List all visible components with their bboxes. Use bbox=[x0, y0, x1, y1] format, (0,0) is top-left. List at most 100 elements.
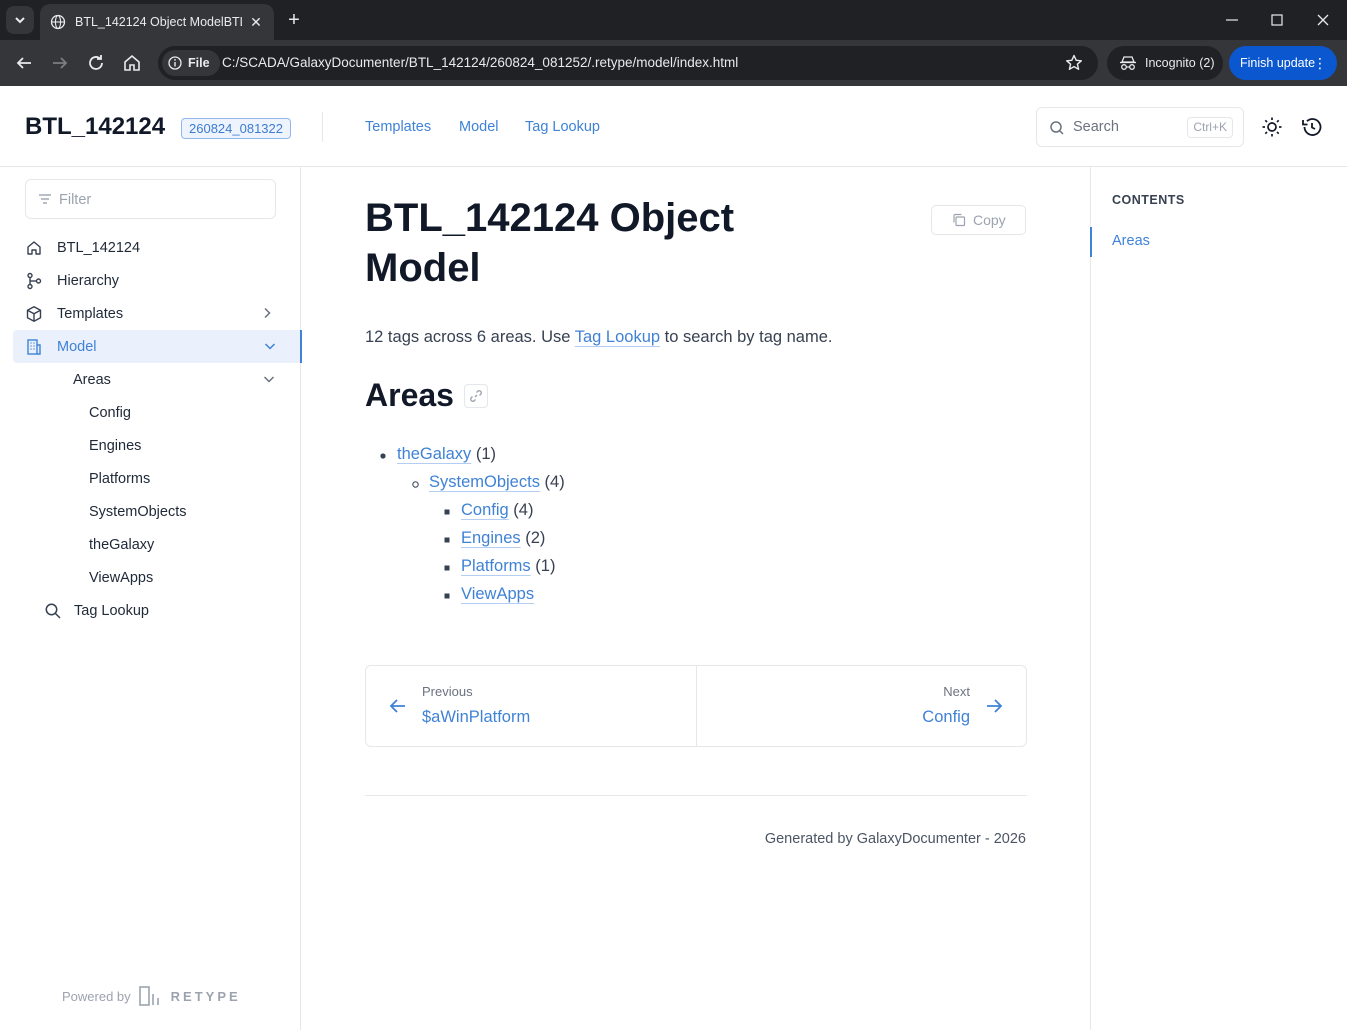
previous-label: Previous bbox=[422, 684, 473, 699]
table-of-contents: CONTENTS Areas bbox=[1090, 167, 1347, 1030]
powered-by-retype[interactable]: Powered by RETYPE bbox=[62, 986, 241, 1006]
area-link-config[interactable]: Config bbox=[461, 501, 509, 519]
search-icon bbox=[44, 602, 62, 620]
next-title: Config bbox=[922, 708, 970, 726]
link-icon[interactable] bbox=[463, 383, 488, 408]
page-navigation: Previous $aWinPlatform Next Config bbox=[365, 665, 1027, 747]
file-chip-label: File bbox=[188, 56, 210, 70]
window-close-icon[interactable] bbox=[1311, 8, 1335, 32]
areas-heading-text: Areas bbox=[365, 377, 454, 413]
filter-input[interactable]: Filter bbox=[25, 179, 276, 219]
main-content: BTL_142124 Object Model Copy 12 tags acr… bbox=[301, 167, 1090, 1030]
toc-active-indicator bbox=[1090, 227, 1092, 257]
sidebar-item-label: BTL_142124 bbox=[57, 239, 141, 256]
previous-page-link[interactable]: Previous $aWinPlatform bbox=[366, 666, 696, 746]
header-divider bbox=[322, 112, 323, 142]
area-link-viewapps[interactable]: ViewApps bbox=[461, 585, 534, 603]
version-badge[interactable]: 260824_081322 bbox=[181, 118, 291, 139]
sidebar-item-label: Model bbox=[57, 338, 97, 355]
areas-heading: Areas bbox=[365, 377, 488, 414]
sun-icon[interactable] bbox=[1260, 115, 1284, 139]
browser-toolbar: File C:/SCADA/GalaxyDocumenter/BTL_14212… bbox=[0, 40, 1347, 86]
history-icon[interactable] bbox=[1300, 115, 1324, 139]
sidebar-item-hierarchy[interactable]: Hierarchy bbox=[25, 264, 276, 297]
footer-divider bbox=[365, 795, 1027, 796]
sidebar-item-label: Areas bbox=[73, 371, 111, 388]
sidebar-item-systemobjects[interactable]: SystemObjects bbox=[89, 495, 276, 528]
area-count: (1) bbox=[475, 445, 497, 463]
sidebar-item-tag-lookup[interactable]: Tag Lookup bbox=[44, 594, 276, 627]
area-count: (4) bbox=[513, 501, 534, 519]
sidebar-item-templates[interactable]: Templates bbox=[25, 297, 276, 330]
chevron-right-icon[interactable] bbox=[260, 306, 274, 320]
browser-tab[interactable]: BTL_142124 Object ModelBTL_142124 ✕ bbox=[40, 4, 274, 40]
sidebar-item-viewapps[interactable]: ViewApps bbox=[89, 561, 276, 594]
incognito-indicator[interactable]: Incognito (2) bbox=[1107, 46, 1223, 80]
search-button[interactable]: Search Ctrl+K bbox=[1036, 107, 1244, 147]
finish-update-button[interactable]: Finish update ⋮ bbox=[1229, 46, 1337, 80]
sidebar-item-config[interactable]: Config bbox=[89, 396, 276, 429]
intro-text-before: 12 tags across 6 areas. Use bbox=[365, 328, 575, 346]
search-icon bbox=[1050, 121, 1064, 135]
sidebar-item-engines[interactable]: Engines bbox=[89, 429, 276, 462]
git-branch-icon bbox=[25, 272, 43, 290]
reload-icon[interactable] bbox=[84, 51, 108, 75]
area-link-platforms[interactable]: Platforms bbox=[461, 557, 531, 575]
square-bullet-icon bbox=[444, 593, 450, 599]
square-bullet-icon bbox=[444, 565, 450, 571]
area-link-systemobjects[interactable]: SystemObjects bbox=[429, 473, 540, 491]
sidebar-item-thegalaxy[interactable]: theGalaxy bbox=[89, 528, 276, 561]
area-link-thegalaxy[interactable]: theGalaxy bbox=[397, 445, 471, 463]
area-item: Platforms (1) bbox=[461, 557, 555, 576]
minimize-icon[interactable] bbox=[1220, 8, 1244, 32]
chevron-down-icon bbox=[15, 17, 25, 24]
bookmark-star-icon[interactable] bbox=[1064, 53, 1084, 73]
maximize-icon[interactable] bbox=[1265, 8, 1289, 32]
area-item: ViewApps bbox=[461, 585, 534, 604]
sidebar-item-label: Platforms bbox=[89, 470, 151, 487]
sidebar-item-platforms[interactable]: Platforms bbox=[89, 462, 276, 495]
incognito-label: Incognito (2) bbox=[1145, 56, 1215, 70]
home-icon[interactable] bbox=[120, 51, 144, 75]
chevron-down-icon[interactable] bbox=[262, 372, 276, 386]
retype-wordmark: RETYPE bbox=[170, 988, 241, 1004]
header-link-tag-lookup[interactable]: Tag Lookup bbox=[525, 119, 600, 135]
search-shortcut: Ctrl+K bbox=[1187, 117, 1233, 138]
sidebar-item-label: Engines bbox=[89, 437, 142, 454]
search-placeholder: Search bbox=[1073, 119, 1119, 135]
package-icon bbox=[25, 305, 43, 323]
copy-icon bbox=[953, 213, 966, 227]
disc-bullet-icon bbox=[380, 453, 386, 459]
chevron-down-icon[interactable] bbox=[263, 339, 277, 353]
area-link-engines[interactable]: Engines bbox=[461, 529, 521, 547]
header-link-model[interactable]: Model bbox=[459, 119, 499, 135]
url-text[interactable]: C:/SCADA/GalaxyDocumenter/BTL_142124/260… bbox=[222, 55, 738, 70]
filter-icon bbox=[39, 194, 51, 204]
incognito-icon bbox=[1120, 56, 1136, 70]
back-arrow-icon[interactable] bbox=[12, 51, 36, 75]
more-vert-icon[interactable]: ⋮ bbox=[1313, 55, 1327, 72]
forward-arrow-icon[interactable] bbox=[48, 51, 72, 75]
site-brand[interactable]: BTL_142124 bbox=[25, 113, 165, 141]
sidebar-item-model[interactable]: Model bbox=[13, 330, 302, 363]
area-item: theGalaxy (1) bbox=[397, 445, 496, 464]
address-bar[interactable]: File C:/SCADA/GalaxyDocumenter/BTL_14212… bbox=[158, 46, 1098, 80]
area-count: (1) bbox=[535, 557, 556, 575]
sidebar-item-home[interactable]: BTL_142124 bbox=[25, 231, 276, 264]
toc-item-areas[interactable]: Areas bbox=[1112, 233, 1150, 249]
sidebar-item-label: Hierarchy bbox=[57, 272, 120, 289]
next-page-link[interactable]: Next Config bbox=[697, 666, 1026, 746]
sidebar-item-label: Templates bbox=[57, 305, 124, 322]
sidebar-item-areas[interactable]: Areas bbox=[73, 363, 276, 396]
square-bullet-icon bbox=[444, 509, 450, 515]
close-tab-icon[interactable]: ✕ bbox=[248, 14, 264, 30]
browser-titlebar: BTL_142124 Object ModelBTL_142124 ✕ + bbox=[0, 0, 1347, 40]
new-tab-button[interactable]: + bbox=[283, 9, 305, 31]
header-link-templates[interactable]: Templates bbox=[365, 119, 431, 135]
finish-update-label: Finish update bbox=[1240, 56, 1316, 70]
tag-lookup-link[interactable]: Tag Lookup bbox=[575, 328, 660, 346]
site-info-chip[interactable]: File bbox=[162, 50, 220, 76]
area-count: (2) bbox=[525, 529, 546, 547]
tab-search-button[interactable] bbox=[6, 6, 34, 34]
copy-button[interactable]: Copy bbox=[931, 205, 1026, 235]
